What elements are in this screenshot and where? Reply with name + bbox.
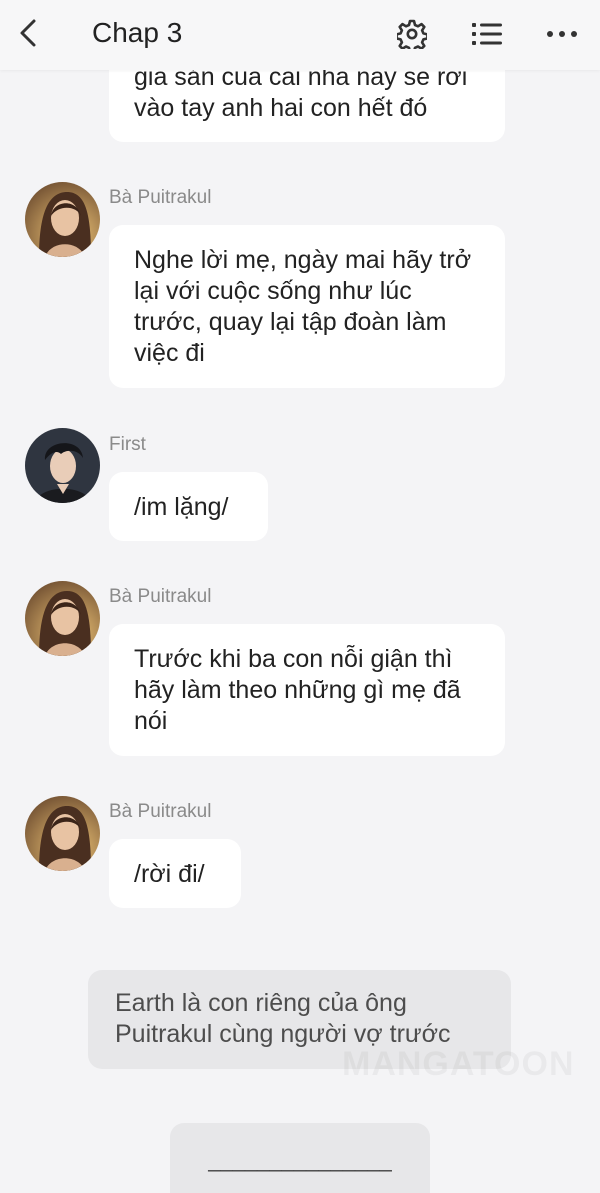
- chat-area[interactable]: gia sản của cái nhà này sẽ rơi vào tay a…: [0, 0, 600, 1193]
- back-button[interactable]: [12, 14, 44, 52]
- gear-icon: [397, 19, 427, 49]
- chapter-list-button[interactable]: [469, 16, 505, 52]
- narration-text: Earth là con riêng của ông Puitrakul cùn…: [115, 989, 451, 1048]
- message-bubble: Trước khi ba con nỗi giận thì hãy làm th…: [109, 624, 505, 756]
- avatar-ba-puitrakul[interactable]: [25, 182, 100, 257]
- message-bubble: /im lặng/: [109, 472, 268, 541]
- reply-input-value: _______________: [208, 1147, 392, 1172]
- avatar-first[interactable]: [25, 428, 100, 503]
- watermark-logo: MANGATOON: [342, 1045, 575, 1084]
- message-bubble: Nghe lời mẹ, ngày mai hãy trở lại với cu…: [109, 225, 505, 388]
- man-avatar-icon: [25, 428, 100, 503]
- top-bar: Chap 3: [0, 0, 600, 70]
- avatar-ba-puitrakul[interactable]: [25, 796, 100, 871]
- sender-name: Bà Puitrakul: [109, 586, 212, 607]
- message-text: /rời đi/: [134, 860, 205, 888]
- more-options-button[interactable]: [544, 16, 580, 52]
- avatar-ba-puitrakul[interactable]: [25, 581, 100, 656]
- list-icon: [472, 23, 502, 45]
- back-arrow-icon: [20, 19, 36, 47]
- sender-name: Bà Puitrakul: [109, 801, 212, 822]
- more-icon: [547, 31, 577, 37]
- message-text: gia sản của cái nhà này sẽ rơi vào tay a…: [134, 63, 468, 122]
- sender-name: Bà Puitrakul: [109, 187, 212, 208]
- message-bubble: /rời đi/: [109, 839, 241, 908]
- message-text: Trước khi ba con nỗi giận thì hãy làm th…: [134, 645, 461, 735]
- message-text: /im lặng/: [134, 493, 229, 521]
- sender-name: First: [109, 434, 146, 455]
- woman-avatar-icon: [25, 796, 100, 871]
- settings-button[interactable]: [394, 16, 430, 52]
- message-text: Nghe lời mẹ, ngày mai hãy trở lại với cu…: [134, 246, 472, 367]
- woman-avatar-icon: [25, 581, 100, 656]
- woman-avatar-icon: [25, 182, 100, 257]
- chapter-title: Chap 3: [92, 17, 183, 48]
- reply-input[interactable]: _______________: [170, 1123, 430, 1193]
